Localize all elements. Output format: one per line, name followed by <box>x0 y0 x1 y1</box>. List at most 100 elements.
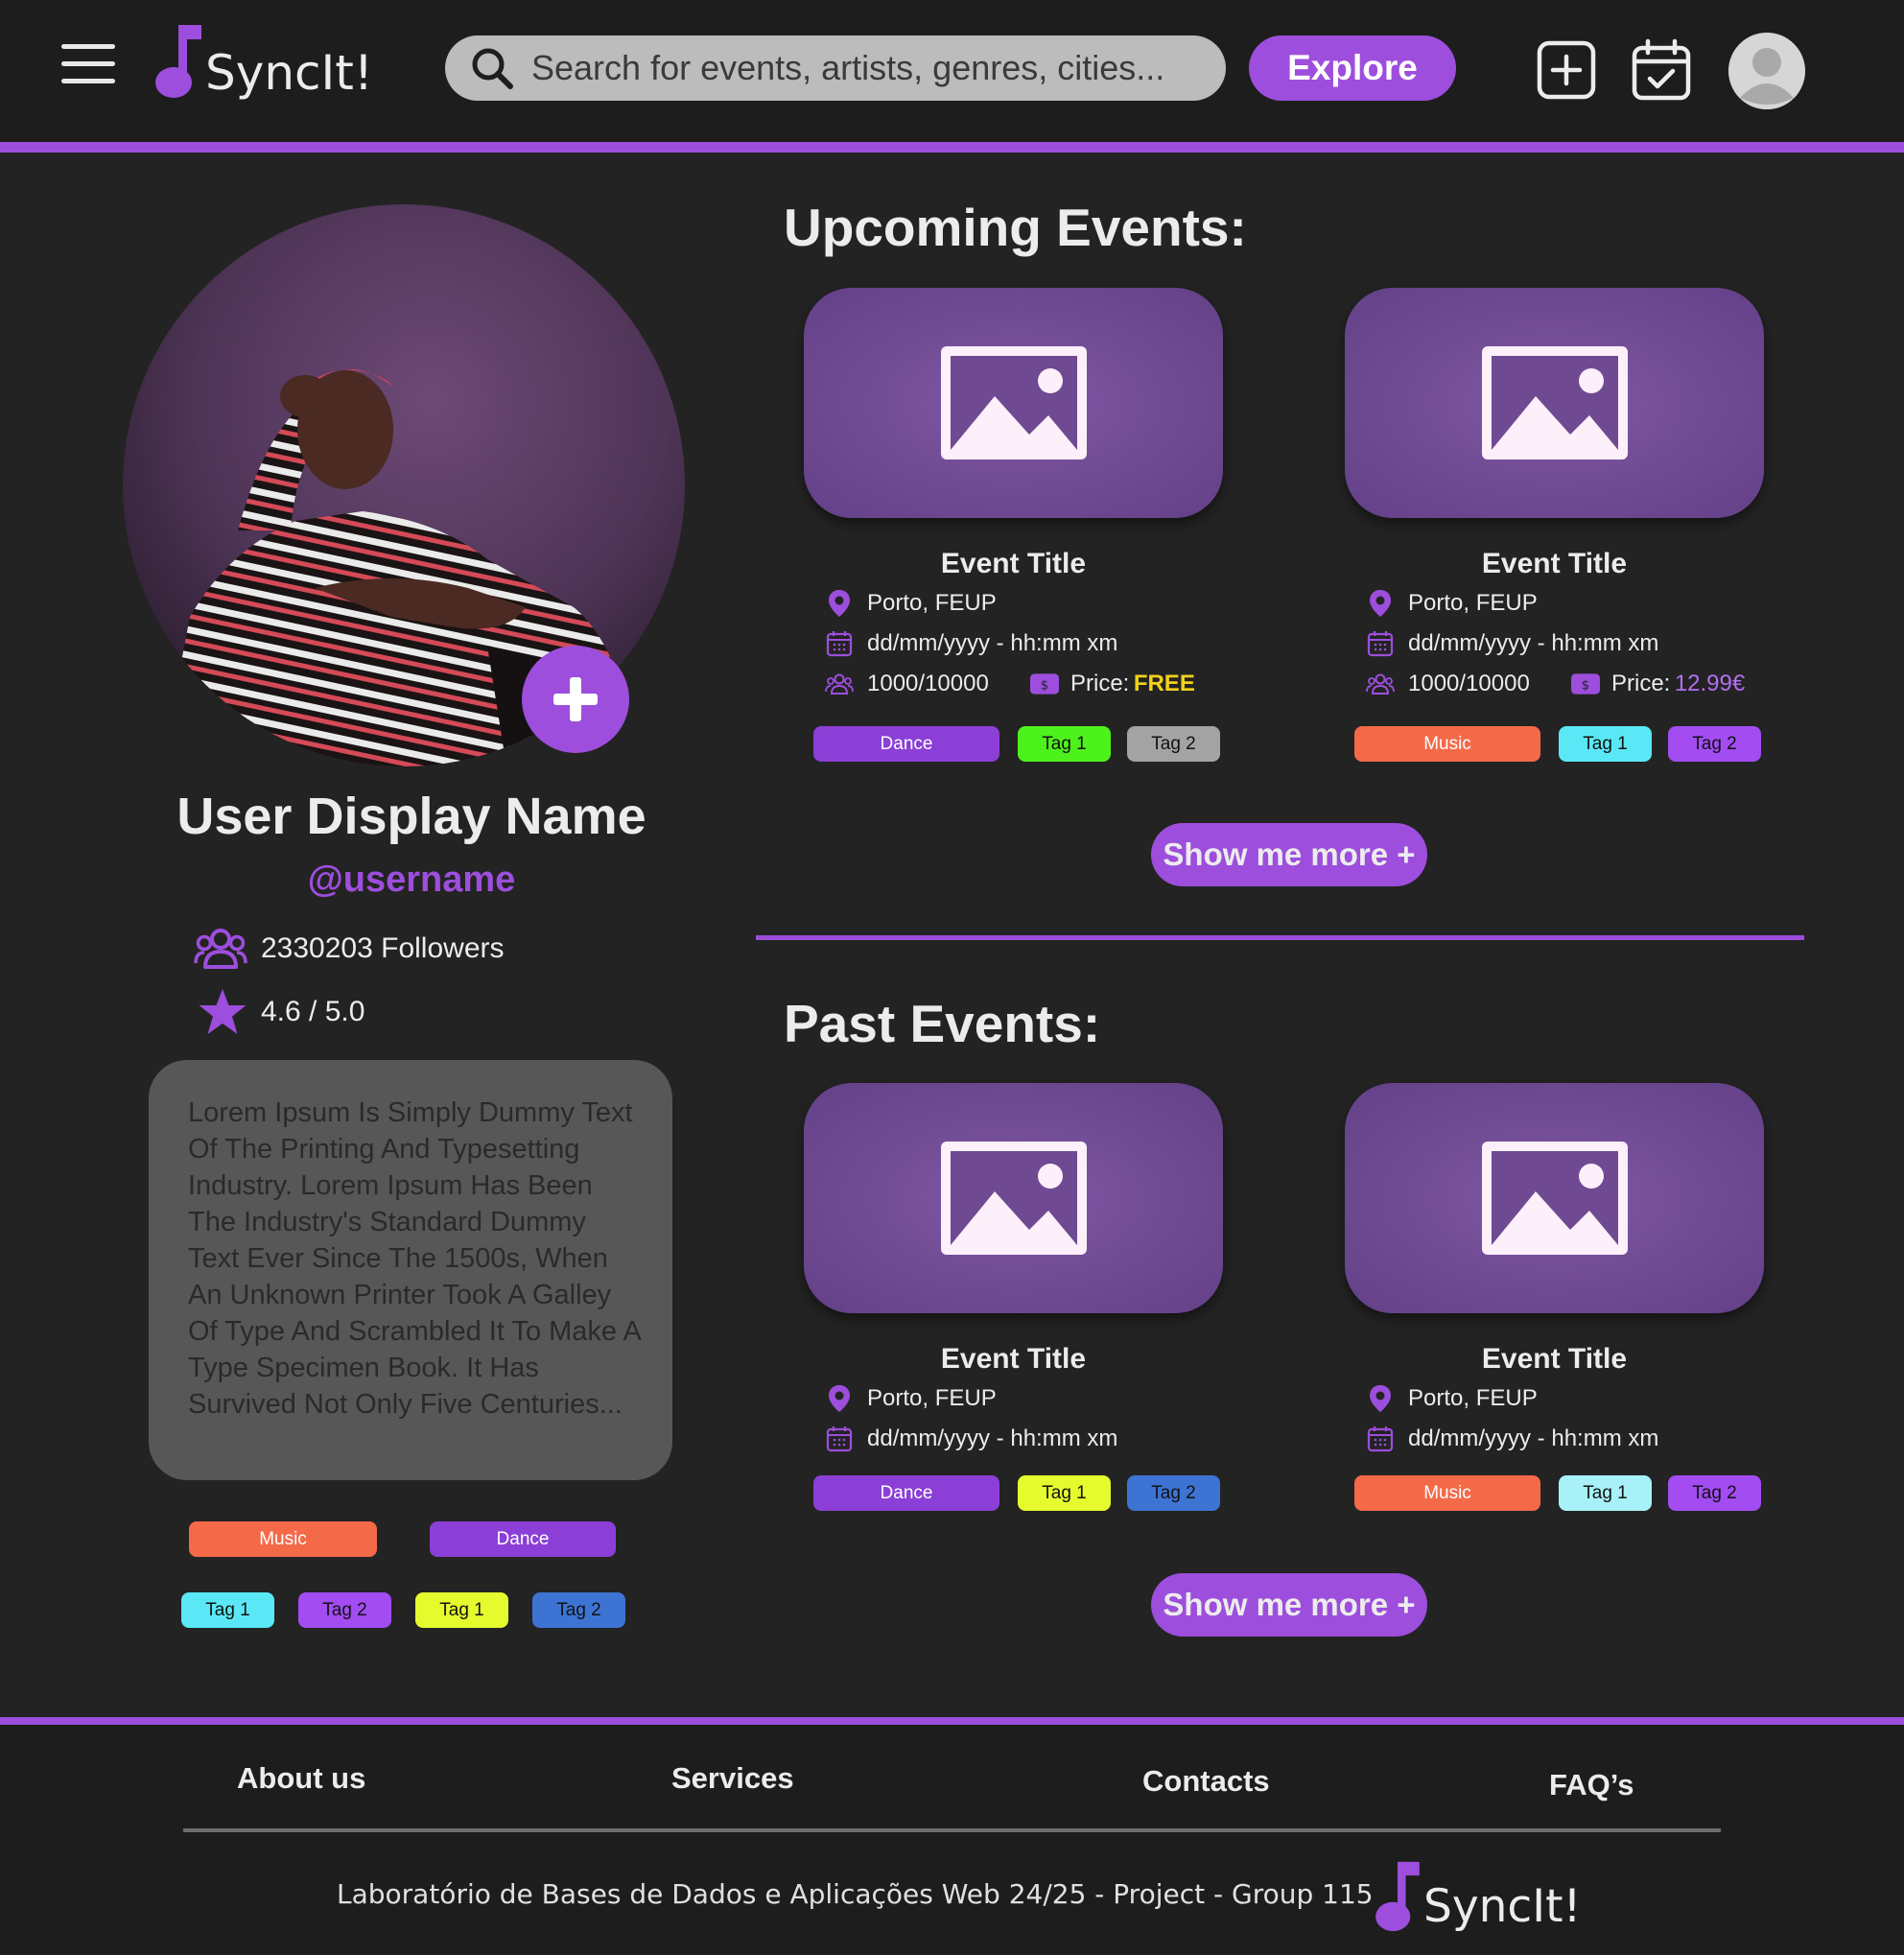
my-events-button[interactable] <box>1631 38 1692 102</box>
rating-stat: 4.6 / 5.0 <box>198 988 364 1036</box>
star-icon <box>199 989 247 1034</box>
location-pin-icon <box>1370 590 1391 617</box>
profile-genre-tag-music[interactable]: Music <box>189 1521 377 1557</box>
image-placeholder-icon <box>940 346 1087 459</box>
calendar-check-icon <box>1632 38 1691 101</box>
event-location: Porto, FEUP <box>825 589 997 618</box>
explore-button[interactable]: Explore <box>1249 35 1456 101</box>
followers-stat[interactable]: 2330203 Followers <box>194 925 505 973</box>
header-logo[interactable]: SyncIt! <box>155 23 373 100</box>
event-card-image[interactable] <box>804 1083 1223 1313</box>
svg-text:$: $ <box>1041 678 1048 693</box>
upcoming-events-heading: Upcoming Events: <box>784 198 1247 257</box>
music-note-icon <box>1375 1861 1420 1932</box>
footer-divider <box>183 1828 1721 1832</box>
event-tag[interactable]: Tag 2 <box>1127 726 1220 762</box>
location-pin-icon <box>829 1385 850 1412</box>
profile-genre-tag-dance[interactable]: Dance <box>430 1521 616 1557</box>
event-capacity: 1000/10000 <box>825 670 989 698</box>
user-avatar-icon <box>1728 33 1805 109</box>
logo-text: SyncIt! <box>205 45 373 101</box>
event-tag-music[interactable]: Music <box>1354 726 1540 762</box>
plus-square-icon <box>1537 40 1596 100</box>
dollar-icon: $ <box>1030 673 1059 695</box>
profile-tag[interactable]: Tag 2 <box>298 1592 391 1628</box>
event-title[interactable]: Event Title <box>1345 1343 1764 1376</box>
calendar-icon <box>826 631 853 657</box>
rating-value: 4.6 / 5.0 <box>261 996 365 1027</box>
price-value: 12.99€ <box>1674 671 1746 696</box>
event-tag[interactable]: Tag 2 <box>1668 1475 1761 1511</box>
footer-logo[interactable]: SyncIt! <box>1375 1856 1581 1933</box>
logo-text: SyncIt! <box>1423 1880 1582 1933</box>
attendees-icon <box>825 673 854 695</box>
footer-link-contacts[interactable]: Contacts <box>1142 1764 1270 1799</box>
show-more-past-button[interactable]: Show me more + <box>1151 1573 1427 1637</box>
event-tag-dance[interactable]: Dance <box>813 726 999 762</box>
location-pin-icon <box>1370 1385 1391 1412</box>
event-tag-dance[interactable]: Dance <box>813 1475 999 1511</box>
event-location: Porto, FEUP <box>1366 1384 1538 1413</box>
event-location: Porto, FEUP <box>1366 589 1538 618</box>
event-tag[interactable]: Tag 1 <box>1018 1475 1111 1511</box>
search-bar[interactable] <box>445 35 1226 101</box>
event-datetime: dd/mm/yyyy - hh:mm xm <box>1366 629 1658 658</box>
search-icon <box>472 48 513 89</box>
username-link[interactable]: @username <box>0 860 823 901</box>
event-location: Porto, FEUP <box>825 1384 997 1413</box>
calendar-icon <box>1367 631 1394 657</box>
profile-tag[interactable]: Tag 2 <box>532 1592 625 1628</box>
followers-icon <box>194 929 247 969</box>
event-title[interactable]: Event Title <box>804 1343 1223 1376</box>
footer-credit: Laboratório de Bases de Dados e Aplicaçõ… <box>337 1878 1374 1910</box>
calendar-icon <box>826 1426 853 1452</box>
event-tag[interactable]: Tag 2 <box>1668 726 1761 762</box>
show-more-upcoming-button[interactable]: Show me more + <box>1151 823 1427 886</box>
event-tag[interactable]: Tag 1 <box>1559 726 1652 762</box>
change-photo-button[interactable] <box>522 646 629 753</box>
image-placeholder-icon <box>1481 346 1628 459</box>
event-title[interactable]: Event Title <box>804 548 1223 580</box>
user-display-name: User Display Name <box>176 788 646 845</box>
menu-icon[interactable] <box>61 42 115 84</box>
section-divider <box>756 935 1804 940</box>
footer-link-faq[interactable]: FAQ’s <box>1549 1768 1634 1802</box>
image-placeholder-icon <box>1481 1142 1628 1255</box>
profile-tag[interactable]: Tag 1 <box>181 1592 274 1628</box>
event-tag[interactable]: Tag 1 <box>1018 726 1111 762</box>
location-pin-icon <box>829 590 850 617</box>
footer <box>0 1725 1904 1955</box>
bio-text: Lorem Ipsum Is Simply Dummy Text Of The … <box>188 1097 641 1420</box>
event-card-image[interactable] <box>1345 1083 1764 1313</box>
profile-tag[interactable]: Tag 1 <box>415 1592 508 1628</box>
footer-link-services[interactable]: Services <box>671 1761 794 1796</box>
music-note-icon <box>155 25 201 98</box>
event-datetime: dd/mm/yyyy - hh:mm xm <box>825 629 1117 658</box>
plus-icon <box>553 677 598 721</box>
event-price: $ Price: 12.99€ <box>1571 670 1745 698</box>
dollar-icon: $ <box>1571 673 1600 695</box>
event-datetime: dd/mm/yyyy - hh:mm xm <box>825 1425 1117 1453</box>
event-datetime: dd/mm/yyyy - hh:mm xm <box>1366 1425 1658 1453</box>
event-tag[interactable]: Tag 1 <box>1559 1475 1652 1511</box>
bio-box: Lorem Ipsum Is Simply Dummy Text Of The … <box>149 1060 672 1480</box>
calendar-icon <box>1367 1426 1394 1452</box>
avatar[interactable] <box>1728 33 1805 109</box>
footer-link-about[interactable]: About us <box>237 1761 365 1796</box>
svg-text:$: $ <box>1582 678 1589 693</box>
event-card-image[interactable] <box>804 288 1223 518</box>
followers-count: 2330203 Followers <box>261 932 505 964</box>
image-placeholder-icon <box>940 1142 1087 1255</box>
search-input[interactable] <box>531 48 1222 88</box>
event-tag[interactable]: Tag 2 <box>1127 1475 1220 1511</box>
create-event-button[interactable] <box>1537 40 1596 100</box>
event-price: $ Price: FREE <box>1030 670 1195 698</box>
event-card-image[interactable] <box>1345 288 1764 518</box>
event-tag-music[interactable]: Music <box>1354 1475 1540 1511</box>
event-capacity: 1000/10000 <box>1366 670 1530 698</box>
past-events-heading: Past Events: <box>784 994 1101 1053</box>
header-accent-bar <box>0 142 1904 153</box>
price-value: FREE <box>1133 671 1195 696</box>
attendees-icon <box>1366 673 1395 695</box>
event-title[interactable]: Event Title <box>1345 548 1764 580</box>
